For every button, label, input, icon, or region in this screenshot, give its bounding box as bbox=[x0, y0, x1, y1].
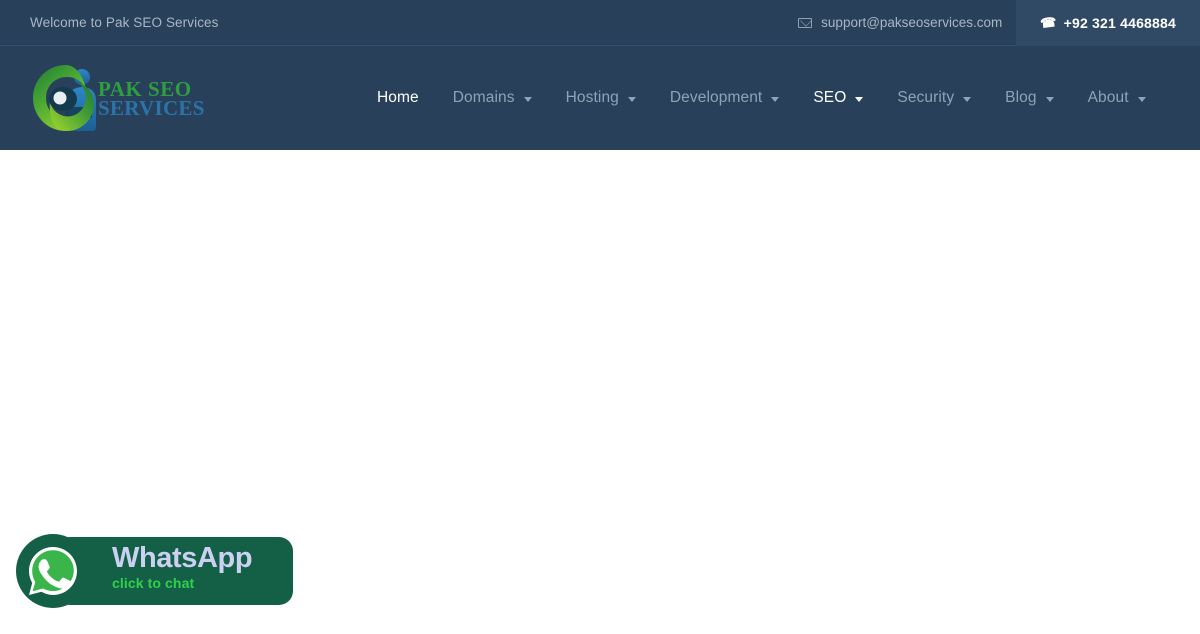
nav-label-blog: Blog bbox=[1005, 89, 1037, 106]
whatsapp-icon bbox=[27, 545, 79, 597]
nav-item-domains[interactable]: Domains bbox=[436, 89, 549, 107]
nav-label-about: About bbox=[1087, 89, 1129, 106]
nav-item-about[interactable]: About bbox=[1071, 89, 1163, 107]
nav-item-seo[interactable]: SEO bbox=[796, 89, 880, 107]
nav-label-domains: Domains bbox=[452, 89, 515, 106]
chevron-down-icon bbox=[1137, 96, 1146, 102]
nav-label-development: Development bbox=[669, 89, 763, 106]
welcome-message: Welcome to Pak SEO Services bbox=[30, 15, 219, 30]
whatsapp-text-group: WhatsApp click to chat bbox=[112, 543, 297, 592]
phone-button[interactable]: ☎ +92 321 4468884 bbox=[1016, 0, 1200, 46]
email-link[interactable]: support@pakseoservices.com bbox=[798, 0, 1016, 46]
chevron-down-icon bbox=[771, 96, 780, 102]
logo-wordmark: PAK SEO SERVICES bbox=[98, 78, 205, 119]
site-logo[interactable]: PAK SEO SERVICES bbox=[30, 60, 230, 136]
top-utility-bar: Welcome to Pak SEO Services support@paks… bbox=[0, 0, 1200, 46]
topbar-contact-group: support@pakseoservices.com ☎ +92 321 446… bbox=[798, 0, 1200, 46]
whatsapp-chat-widget[interactable]: WhatsApp click to chat bbox=[16, 534, 293, 608]
nav-label-seo: SEO bbox=[813, 89, 847, 106]
main-content-area: WhatsApp click to chat bbox=[0, 150, 1200, 634]
primary-navigation: Home Domains Hosting Development SEO Sec… bbox=[360, 46, 1163, 150]
nav-label-hosting: Hosting bbox=[565, 89, 619, 106]
site-header: PAK SEO SERVICES Home Domains Hosting De… bbox=[0, 46, 1200, 150]
nav-item-blog[interactable]: Blog bbox=[988, 89, 1070, 107]
nav-item-security[interactable]: Security bbox=[880, 89, 988, 107]
chevron-down-icon bbox=[1045, 96, 1054, 102]
chevron-down-icon bbox=[963, 96, 972, 102]
nav-label-home: Home bbox=[377, 89, 419, 106]
nav-item-development[interactable]: Development bbox=[653, 89, 796, 107]
chevron-down-icon bbox=[855, 96, 864, 102]
phone-number-text: +92 321 4468884 bbox=[1063, 14, 1176, 31]
whatsapp-title: WhatsApp bbox=[112, 542, 253, 574]
chevron-down-icon bbox=[627, 96, 636, 102]
email-address-text: support@pakseoservices.com bbox=[821, 15, 1003, 30]
nav-item-home[interactable]: Home bbox=[360, 89, 436, 107]
chevron-down-icon bbox=[523, 96, 532, 102]
envelope-icon bbox=[798, 17, 813, 28]
whatsapp-subtitle: click to chat bbox=[112, 574, 195, 591]
pak-seo-swirl-logo-icon bbox=[30, 61, 102, 135]
nav-item-hosting[interactable]: Hosting bbox=[549, 89, 653, 107]
phone-icon: ☎ bbox=[1039, 13, 1058, 32]
nav-label-security: Security bbox=[897, 89, 955, 106]
logo-line-2: SERVICES bbox=[98, 96, 205, 120]
